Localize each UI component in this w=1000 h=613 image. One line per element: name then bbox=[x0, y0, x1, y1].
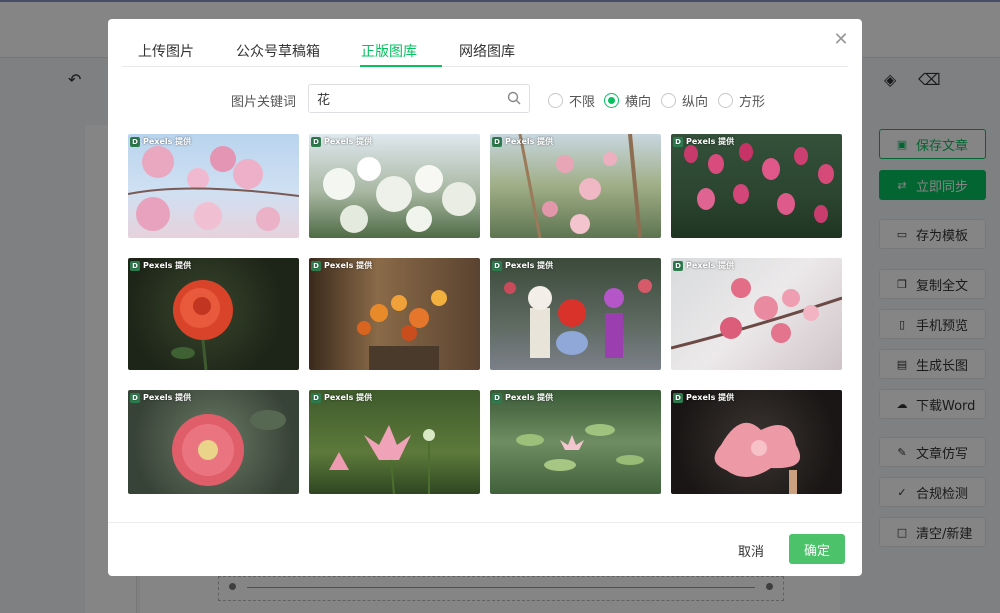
search-input[interactable] bbox=[308, 84, 530, 113]
badge-label: Pexels 提供 bbox=[324, 137, 373, 146]
badge-label: Pexels 提供 bbox=[686, 393, 735, 402]
source-badge: D Pexels 提供 bbox=[130, 392, 191, 403]
badge-label: Pexels 提供 bbox=[143, 137, 192, 146]
cancel-button[interactable]: 取消 bbox=[726, 538, 776, 562]
source-badge: D Pexels 提供 bbox=[492, 392, 553, 403]
photo-pink-hibiscus-dark bbox=[714, 422, 801, 494]
photo-water-lily-pond bbox=[516, 424, 644, 471]
radio-portrait[interactable]: 纵向 bbox=[661, 91, 708, 110]
image-thumb[interactable]: D Pexels 提供 bbox=[128, 134, 299, 238]
dialog-tabs: 上传图片 公众号草稿箱 正版图库 网络图库 bbox=[122, 19, 848, 67]
source-badge: D Pexels 提供 bbox=[673, 392, 734, 403]
pexels-icon: D bbox=[492, 260, 502, 271]
photo-pink-magnolia-sky bbox=[128, 146, 299, 231]
photo-pink-cherry-blossom bbox=[671, 278, 842, 350]
photo-magnolia-tree bbox=[518, 134, 642, 238]
pexels-icon: D bbox=[130, 136, 140, 147]
keyword-label: 图片关键词 bbox=[231, 95, 297, 110]
radio-square[interactable]: 方形 bbox=[718, 91, 765, 110]
image-thumb[interactable]: D Pexels 提供 bbox=[490, 258, 661, 370]
source-badge: D Pexels 提供 bbox=[130, 136, 191, 147]
image-thumb[interactable]: D Pexels 提供 bbox=[490, 134, 661, 238]
pexels-icon: D bbox=[311, 136, 321, 147]
image-thumb[interactable]: D Pexels 提供 bbox=[128, 258, 299, 370]
pexels-icon: D bbox=[492, 136, 502, 147]
radio-circle[interactable] bbox=[661, 93, 676, 108]
tab-upload-image[interactable]: 上传图片 bbox=[138, 41, 194, 61]
photo-pink-lotus bbox=[329, 425, 435, 494]
photo-red-rose-dark bbox=[171, 280, 233, 370]
image-thumb[interactable]: D Pexels 提供 bbox=[671, 258, 842, 370]
photo-orange-flowers-pot bbox=[357, 290, 447, 370]
source-badge: D Pexels 提供 bbox=[492, 136, 553, 147]
image-thumb[interactable]: D Pexels 提供 bbox=[128, 390, 299, 494]
radio-any-label: 不限 bbox=[569, 95, 596, 110]
badge-label: Pexels 提供 bbox=[686, 137, 735, 146]
source-badge: D Pexels 提供 bbox=[673, 260, 734, 271]
photo-pink-tulips bbox=[684, 143, 834, 223]
pexels-icon: D bbox=[130, 260, 140, 271]
tab-drafts[interactable]: 公众号草稿箱 bbox=[236, 41, 320, 61]
radio-circle[interactable] bbox=[548, 93, 563, 108]
pexels-icon: D bbox=[311, 260, 321, 271]
badge-label: Pexels 提供 bbox=[686, 261, 735, 270]
active-tab-indicator bbox=[360, 65, 442, 67]
close-icon[interactable]: ✕ bbox=[832, 31, 850, 49]
image-thumb[interactable]: D Pexels 提供 bbox=[671, 390, 842, 494]
badge-label: Pexels 提供 bbox=[143, 393, 192, 402]
pexels-icon: D bbox=[673, 392, 683, 403]
image-thumb[interactable]: D Pexels 提供 bbox=[309, 390, 480, 494]
image-picker-dialog: 上传图片 公众号草稿箱 正版图库 网络图库 ✕ 图片关键词 不限 横向 纵向 方… bbox=[108, 19, 862, 576]
pexels-icon: D bbox=[311, 392, 321, 403]
radio-circle[interactable] bbox=[718, 93, 733, 108]
image-thumb[interactable]: D Pexels 提供 bbox=[309, 258, 480, 370]
photo-white-blossoms bbox=[323, 157, 476, 233]
radio-portrait-label: 纵向 bbox=[682, 95, 709, 110]
source-badge: D Pexels 提供 bbox=[673, 136, 734, 147]
photo-flower-market-bouquets bbox=[504, 279, 652, 358]
source-badge: D Pexels 提供 bbox=[492, 260, 553, 271]
photo-pink-hollyhock bbox=[172, 410, 286, 486]
search-icon[interactable] bbox=[506, 90, 522, 106]
radio-landscape[interactable]: 横向 bbox=[604, 91, 651, 110]
source-badge: D Pexels 提供 bbox=[311, 260, 372, 271]
radio-landscape-label: 横向 bbox=[625, 95, 652, 110]
pexels-icon: D bbox=[673, 136, 683, 147]
badge-label: Pexels 提供 bbox=[324, 261, 373, 270]
source-badge: D Pexels 提供 bbox=[130, 260, 191, 271]
source-badge: D Pexels 提供 bbox=[311, 392, 372, 403]
badge-label: Pexels 提供 bbox=[505, 261, 554, 270]
badge-label: Pexels 提供 bbox=[143, 261, 192, 270]
badge-label: Pexels 提供 bbox=[505, 137, 554, 146]
tab-licensed-library[interactable]: 正版图库 bbox=[361, 41, 417, 61]
radio-circle[interactable] bbox=[604, 93, 619, 108]
pexels-icon: D bbox=[130, 392, 140, 403]
badge-label: Pexels 提供 bbox=[324, 393, 373, 402]
tab-web-library[interactable]: 网络图库 bbox=[459, 41, 515, 61]
image-thumb[interactable]: D Pexels 提供 bbox=[671, 134, 842, 238]
image-thumb[interactable]: D Pexels 提供 bbox=[490, 390, 661, 494]
pexels-icon: D bbox=[492, 392, 502, 403]
confirm-button[interactable]: 确定 bbox=[789, 534, 845, 564]
radio-square-label: 方形 bbox=[739, 95, 766, 110]
radio-any[interactable]: 不限 bbox=[548, 91, 595, 110]
source-badge: D Pexels 提供 bbox=[311, 136, 372, 147]
pexels-icon: D bbox=[673, 260, 683, 271]
badge-label: Pexels 提供 bbox=[505, 393, 554, 402]
image-thumb[interactable]: D Pexels 提供 bbox=[309, 134, 480, 238]
